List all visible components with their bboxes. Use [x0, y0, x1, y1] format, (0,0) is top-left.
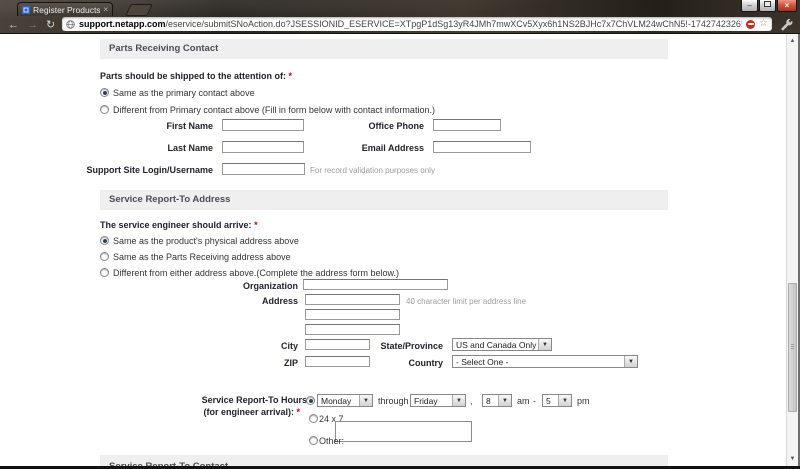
vertical-scrollbar[interactable]: ▲ ▼ — [786, 34, 798, 466]
service-question: The service engineer should arrive: * — [100, 220, 258, 230]
radio-service-different-address[interactable] — [100, 268, 109, 277]
city-label: City — [280, 341, 298, 351]
hours-label: Service Report-To Hours — [201, 395, 307, 405]
hour-to-select[interactable]: 5 ▼ — [542, 394, 572, 407]
tab-favicon-icon — [22, 5, 30, 14]
section-header-parts-receiving: Parts Receiving Contact — [100, 39, 668, 59]
zip-field[interactable] — [305, 356, 370, 367]
office-phone-field[interactable] — [433, 119, 501, 131]
organization-field[interactable] — [303, 279, 448, 290]
radio-label: Other: — [319, 436, 345, 446]
required-asterisk: * — [288, 71, 293, 81]
support-login-note: For record validation purposes only — [310, 166, 435, 175]
screen: Register Products × – × ← → ↻ support.ne… — [0, 0, 800, 469]
radio-label: Different from Primary contact above (Fi… — [113, 105, 435, 115]
radio-label: Same as the Parts Receiving address abov… — [113, 252, 291, 262]
city-field[interactable] — [305, 339, 370, 350]
first-name-field[interactable] — [222, 119, 304, 131]
organization-label: Organization — [242, 281, 298, 291]
radio-hours-other[interactable] — [309, 436, 318, 445]
chevron-down-icon: ▼ — [538, 339, 551, 350]
address-line1-field[interactable] — [305, 294, 400, 305]
radio-label: Same as the primary contact above — [113, 88, 255, 98]
country-select[interactable]: - Select One - ▼ — [452, 355, 638, 368]
first-name-label: First Name — [166, 121, 213, 131]
radio-label: Different from either address above.(Com… — [113, 268, 399, 278]
state-province-select[interactable]: US and Canada Only ▼ — [452, 338, 552, 351]
window-close-button[interactable]: × — [777, 0, 797, 12]
window-minimize-button[interactable]: – — [741, 0, 758, 12]
hour-from-select[interactable]: 8 ▼ — [482, 394, 512, 407]
address-bar[interactable]: support.netapp.com/eservice/submitSNoAct… — [62, 17, 772, 31]
chevron-down-icon: ▼ — [498, 395, 511, 406]
radio-parts-same-as-primary[interactable] — [100, 88, 109, 97]
required-asterisk: * — [254, 220, 258, 230]
radio-hours-weekday-range[interactable] — [306, 396, 315, 405]
last-name-label: Last Name — [167, 143, 213, 153]
last-name-field[interactable] — [222, 141, 304, 153]
scroll-up-icon[interactable]: ▲ — [787, 35, 798, 47]
tab-close-icon[interactable]: × — [103, 5, 108, 14]
state-province-label: State/Province — [380, 341, 443, 351]
day-from-select[interactable]: Monday ▼ — [317, 394, 373, 407]
day-to-select[interactable]: Friday ▼ — [410, 394, 466, 407]
other-hours-textarea[interactable] — [335, 421, 472, 442]
through-text: through — [378, 396, 409, 406]
chevron-down-icon: ▼ — [359, 395, 372, 406]
url-path: /eservice/submitSNoAction.do?JSESSIONID_… — [165, 19, 743, 29]
window-controls: – × — [741, 0, 797, 12]
address-line3-field[interactable] — [305, 324, 400, 335]
radio-service-product-address[interactable] — [100, 236, 109, 245]
chevron-down-icon: ▼ — [624, 356, 637, 367]
radio-parts-different-contact[interactable] — [100, 105, 109, 114]
am-text: am — [517, 396, 530, 406]
forward-icon[interactable]: → — [27, 18, 38, 32]
comma-text: , — [470, 396, 473, 406]
globe-icon — [66, 19, 75, 29]
scroll-down-icon[interactable]: ▼ — [787, 453, 798, 465]
reload-icon[interactable]: ↻ — [46, 18, 55, 32]
dash-text: - — [533, 396, 536, 406]
address-label: Address — [261, 296, 298, 306]
parts-question: Parts should be shipped to the attention… — [100, 71, 293, 81]
url-domain: support.netapp.com — [79, 19, 166, 29]
radio-label: Same as the product's physical address a… — [113, 236, 299, 246]
radio-hours-24x7[interactable] — [309, 414, 318, 423]
page-content: Parts Receiving Contact Parts should be … — [0, 34, 786, 466]
country-label: Country — [408, 358, 444, 368]
support-login-field[interactable] — [222, 163, 305, 175]
browser-tab[interactable]: Register Products × — [17, 2, 113, 16]
scrollbar-thumb[interactable] — [788, 283, 797, 412]
office-phone-label: Office Phone — [368, 121, 424, 131]
chevron-down-icon: ▼ — [452, 395, 465, 406]
bookmark-star-icon[interactable]: ☆ — [759, 19, 768, 29]
address-note: 40 character limit per address line — [406, 297, 527, 306]
window-restore-button[interactable] — [759, 0, 776, 12]
support-login-label: Support Site Login/Username — [86, 165, 213, 175]
required-asterisk: * — [296, 407, 300, 417]
hours-sublabel: (for engineer arrival): * — [203, 407, 300, 417]
pm-text: pm — [577, 396, 590, 406]
wrench-menu-icon[interactable] — [780, 19, 794, 32]
blocked-content-icon[interactable] — [746, 19, 756, 29]
email-address-field[interactable] — [433, 141, 531, 153]
restore-icon — [764, 1, 771, 8]
tab-title: Register Products — [33, 4, 101, 15]
email-address-label: Email Address — [361, 143, 424, 153]
url-text: support.netapp.com/eservice/submitSNoAct… — [79, 19, 742, 29]
section-header-service-contact: Service Report-To Contact — [100, 455, 668, 466]
address-line2-field[interactable] — [305, 309, 400, 320]
new-tab-button[interactable] — [125, 4, 153, 16]
radio-service-parts-address[interactable] — [100, 252, 109, 261]
chevron-down-icon: ▼ — [558, 395, 571, 406]
section-header-service-address: Service Report-To Address — [100, 190, 668, 210]
back-icon[interactable]: ← — [8, 18, 19, 32]
browser-chrome: Register Products × – × ← → ↻ support.ne… — [0, 0, 800, 34]
zip-label: ZIP — [283, 358, 298, 368]
